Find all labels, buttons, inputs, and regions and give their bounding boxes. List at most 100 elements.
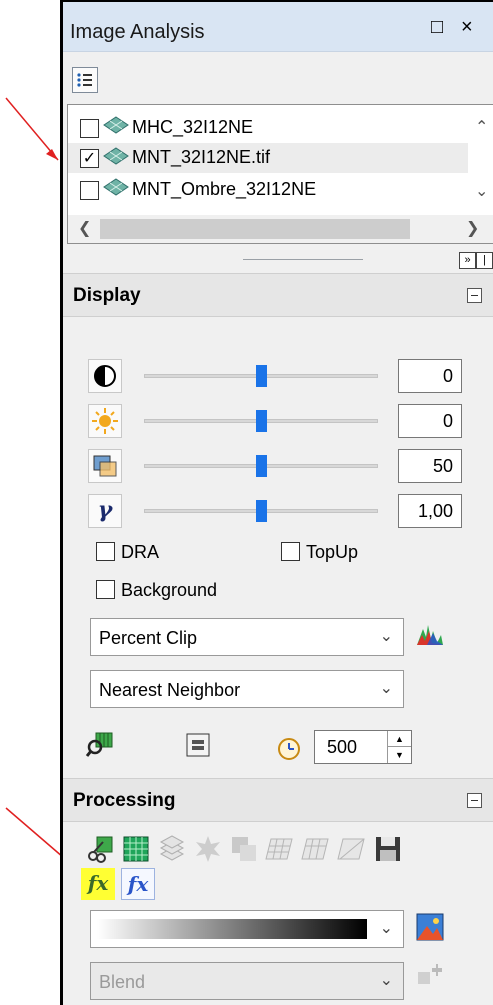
transparency-value[interactable]: 50 xyxy=(398,449,462,483)
layer-list-vscroll[interactable]: ⌃ ⌄ xyxy=(467,105,493,215)
panel-toolbar xyxy=(63,52,493,104)
layer-name: MNT_Ombre_32I12NE xyxy=(132,179,317,199)
swipe-button[interactable] xyxy=(185,732,215,762)
swipe-icon xyxy=(186,733,210,757)
annotation-arrow-top xyxy=(5,97,59,161)
layer-list[interactable]: MHC_32I12NE ✓ MNT_32I12NE.tif MNT_Ombre_… xyxy=(67,104,493,244)
raster-layer-icon xyxy=(103,116,129,134)
image-analysis-panel: Image Analysis □ × MHC_32I12NE ✓ MNT_32I… xyxy=(60,0,493,1005)
refresh-interval-value: 500 xyxy=(327,737,358,757)
raster-layer-icon xyxy=(103,147,129,165)
layer-item[interactable]: MNT_Ombre_32I12NE xyxy=(68,175,468,205)
panel-titlebar: Image Analysis □ × xyxy=(63,2,493,52)
gamma-icon: γ xyxy=(88,494,122,528)
blend-options-icon xyxy=(418,964,442,984)
display-section-title: Display xyxy=(73,285,141,306)
scroll-up-icon[interactable]: ⌃ xyxy=(475,117,488,137)
refresh-interval-spinner[interactable]: 500 ▲ ▼ xyxy=(314,730,412,764)
resampling-dropdown[interactable]: Nearest Neighbor ⌄ xyxy=(90,670,404,708)
list-options-icon xyxy=(77,73,92,87)
layer-item-selected[interactable]: ✓ MNT_32I12NE.tif xyxy=(68,143,468,173)
collapse-display-button[interactable] xyxy=(467,288,482,303)
stretch-type-dropdown[interactable]: Percent Clip ⌄ xyxy=(90,618,404,656)
chevron-down-icon: ⌄ xyxy=(379,920,393,937)
dra-checkbox[interactable]: DRA xyxy=(96,542,196,564)
scroll-right-icon[interactable]: ❯ xyxy=(466,218,479,238)
clip-icon[interactable] xyxy=(85,834,115,864)
layer-name: MNT_32I12NE.tif xyxy=(132,147,271,167)
layer-list-hscroll[interactable]: ❮ ❯ xyxy=(68,215,493,243)
chevron-down-icon: ⌄ xyxy=(379,680,393,697)
processing-section-header[interactable]: Processing xyxy=(63,778,493,822)
hscroll-thumb[interactable] xyxy=(100,219,410,239)
dra-label: DRA xyxy=(121,542,160,562)
save-icon[interactable] xyxy=(373,834,403,864)
histogram-button[interactable] xyxy=(415,619,445,649)
background-label: Background xyxy=(121,580,218,600)
processing-section-title: Processing xyxy=(73,790,176,811)
contrast-slider-thumb[interactable] xyxy=(256,365,267,387)
transparency-slider-thumb[interactable] xyxy=(256,455,267,477)
refresh-interval-icon-button[interactable] xyxy=(274,732,304,762)
background-checkbox[interactable]: Background xyxy=(96,580,266,602)
collapse-processing-button[interactable] xyxy=(467,793,482,808)
stack-disabled-icon[interactable] xyxy=(229,834,259,864)
brightness-row: 0 xyxy=(88,402,468,440)
maximize-button[interactable]: □ xyxy=(431,16,443,38)
layer-item[interactable]: MHC_32I12NE xyxy=(68,113,468,143)
brightness-icon xyxy=(88,404,122,438)
fx-blue-icon[interactable]: fx xyxy=(121,868,155,900)
layer-checkbox[interactable] xyxy=(80,181,99,200)
fx-yellow-icon[interactable]: fx xyxy=(81,868,115,900)
contrast-value[interactable]: 0 xyxy=(398,359,462,393)
topup-checkbox-box[interactable] xyxy=(281,542,300,561)
layer-checkbox[interactable] xyxy=(80,119,99,138)
gamma-row: γ 1,00 xyxy=(88,492,468,530)
color-ramp-dropdown[interactable]: ⌄ xyxy=(90,910,404,948)
scroll-down-icon[interactable]: ⌄ xyxy=(475,181,488,201)
options-button[interactable] xyxy=(72,67,98,93)
gamma-value[interactable]: 1,00 xyxy=(398,494,462,528)
contrast-row: 0 } xyxy=(88,357,468,395)
resampling-value: Nearest Neighbor xyxy=(99,680,241,700)
collapse-all-button[interactable]: » xyxy=(459,252,476,269)
mask-icon[interactable] xyxy=(121,834,151,864)
brightness-value[interactable]: 0 xyxy=(398,404,462,438)
raster-layer-icon xyxy=(103,178,129,196)
gamma-slider-thumb[interactable] xyxy=(256,500,267,522)
layer-checkbox-checked[interactable]: ✓ xyxy=(80,149,99,168)
panel-title: Image Analysis xyxy=(70,21,205,43)
transparency-row: 50 xyxy=(88,447,468,485)
background-checkbox-box[interactable] xyxy=(96,580,115,599)
zoom-to-raster-button[interactable] xyxy=(85,730,115,760)
dra-checkbox-box[interactable] xyxy=(96,542,115,561)
image-icon xyxy=(416,913,444,941)
pin-button[interactable]: | xyxy=(476,252,493,269)
stretch-type-value: Percent Clip xyxy=(99,628,198,648)
topup-checkbox[interactable]: TopUp xyxy=(281,542,401,564)
topup-label: TopUp xyxy=(306,542,359,562)
transparency-icon xyxy=(88,449,122,483)
color-ramp-preview xyxy=(97,919,367,939)
panel-splitter[interactable] xyxy=(243,259,363,260)
blend-options-button[interactable] xyxy=(415,964,445,994)
timer-icon xyxy=(278,738,300,760)
layers-disabled-icon[interactable] xyxy=(157,834,187,864)
contrast-icon xyxy=(88,359,122,393)
blend-dropdown[interactable]: Blend ⌄ xyxy=(90,962,404,1000)
spin-up-icon[interactable]: ▲ xyxy=(387,731,411,747)
apply-ramp-button[interactable] xyxy=(415,912,445,942)
brightness-slider-thumb[interactable] xyxy=(256,410,267,432)
grid-disabled-icon-1[interactable] xyxy=(265,834,295,864)
display-section-header[interactable]: Display xyxy=(63,273,493,317)
scroll-left-icon[interactable]: ❮ xyxy=(78,218,91,238)
layer-name: MHC_32I12NE xyxy=(132,117,254,137)
close-button[interactable]: × xyxy=(461,16,473,38)
histogram-icon xyxy=(417,625,443,645)
hillshade-disabled-icon[interactable] xyxy=(193,834,223,864)
spin-down-icon[interactable]: ▼ xyxy=(387,747,411,763)
grid-disabled-icon-3[interactable] xyxy=(337,834,367,864)
zoom-raster-icon xyxy=(85,732,113,757)
chevron-down-icon: ⌄ xyxy=(379,972,393,989)
grid-disabled-icon-2[interactable] xyxy=(301,834,331,864)
